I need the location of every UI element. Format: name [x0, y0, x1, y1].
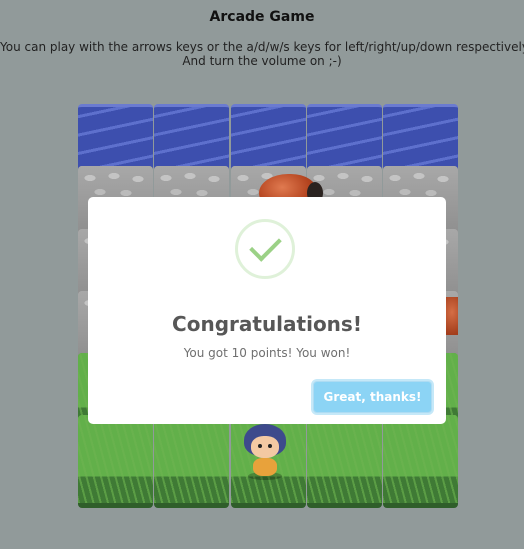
modal-heading: Congratulations! — [172, 312, 362, 336]
grass-tile — [78, 415, 153, 508]
grass-tile — [383, 415, 458, 508]
success-check-icon — [235, 219, 295, 279]
win-modal: Congratulations! You got 10 points! You … — [88, 197, 446, 424]
instructions: You can play with the arrows keys or the… — [0, 40, 524, 68]
instructions-line-2: And turn the volume on ;-) — [182, 54, 342, 68]
player-character — [238, 422, 292, 480]
instructions-line-1: You can play with the arrows keys or the… — [0, 40, 524, 54]
modal-message: You got 10 points! You won! — [183, 346, 351, 360]
grass-tile — [154, 415, 229, 508]
page-title: Arcade Game — [209, 9, 315, 25]
confirm-button[interactable]: Great, thanks! — [313, 381, 432, 413]
grass-tile — [307, 415, 382, 508]
